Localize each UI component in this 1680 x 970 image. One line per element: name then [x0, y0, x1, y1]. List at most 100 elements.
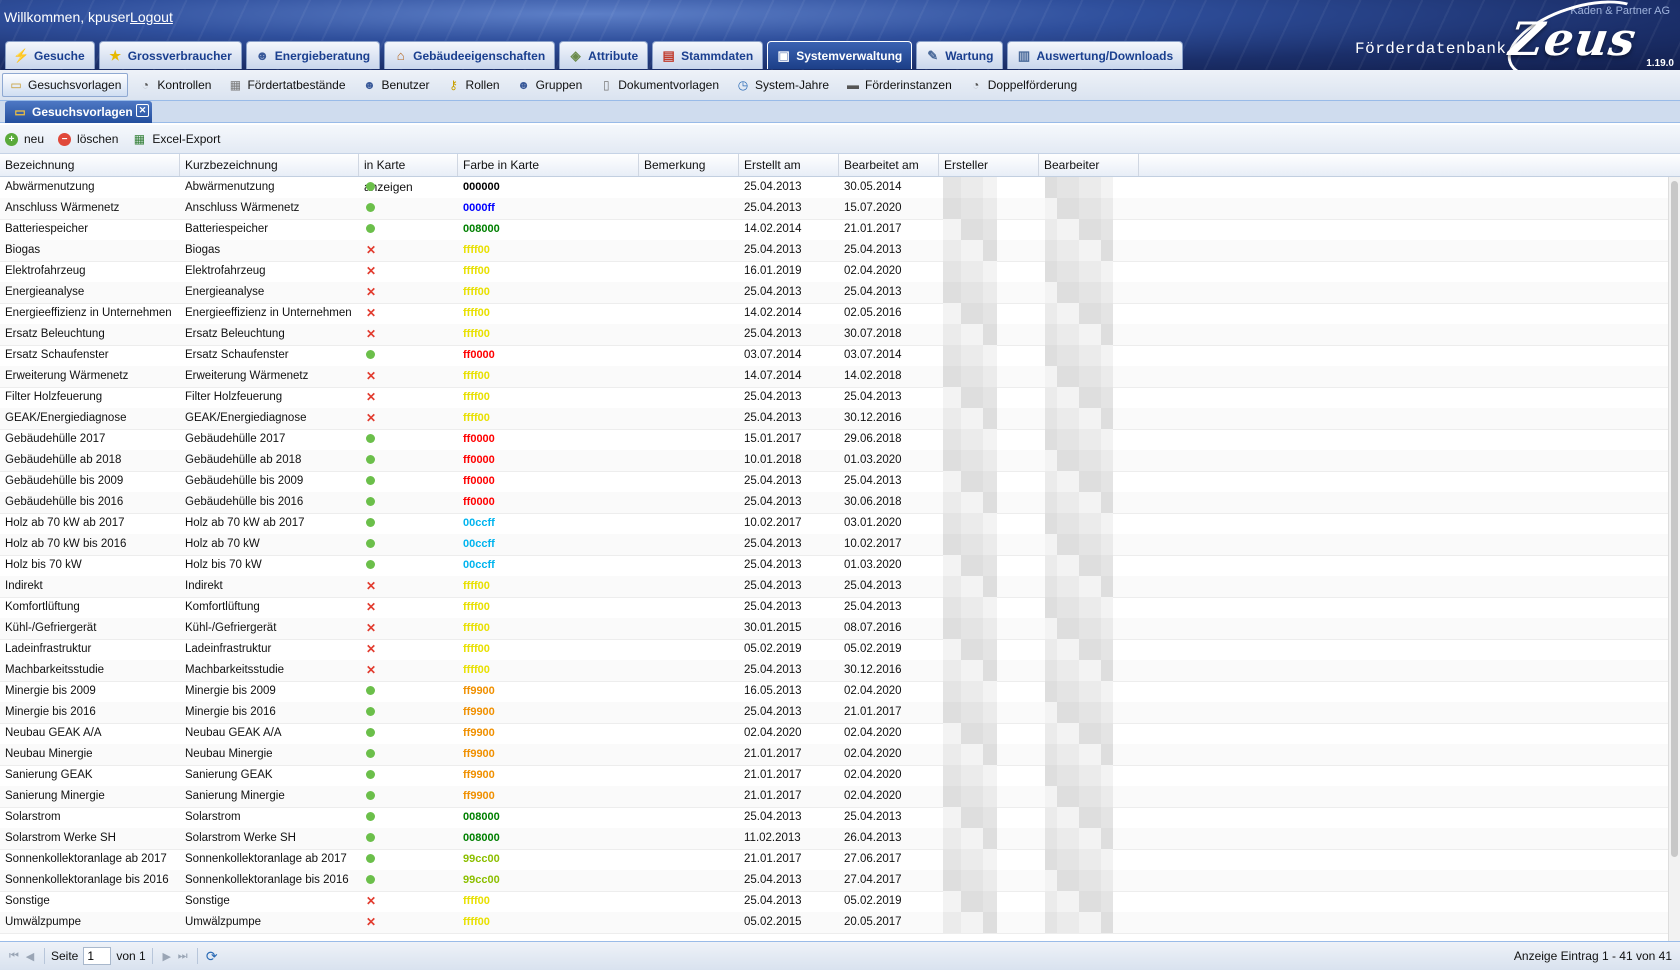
- table-row[interactable]: Kühl-/Gefriergerät Kühl-/Gefriergerät ✕ fff…: [0, 618, 1668, 640]
- tab-grossverbraucher[interactable]: ★ Grossverbraucher: [98, 41, 242, 69]
- column-header-ersteller[interactable]: Ersteller: [939, 154, 1039, 176]
- table-row[interactable]: Neubau GEAK A/A Neubau GEAK A/A ff9900 02.0…: [0, 723, 1668, 745]
- table-row[interactable]: Neubau Minergie Neubau Minergie ff9900 21.0…: [0, 744, 1668, 766]
- new-button[interactable]: + neu: [5, 132, 44, 146]
- table-row[interactable]: Gebäudehülle bis 2016 Gebäudehülle bis 20…: [0, 492, 1668, 514]
- table-row[interactable]: Gebäudehülle ab 2018 Gebäudehülle ab 2018…: [0, 450, 1668, 472]
- page-number-input[interactable]: [83, 947, 112, 965]
- subtab-gesuchsvorlagen[interactable]: ▭ Gesuchsvorlagen: [2, 73, 129, 97]
- doctab-gesuchsvorlagen[interactable]: ▭ Gesuchsvorlagen ✕: [5, 101, 152, 123]
- column-header-bezeichnung[interactable]: Bezeichnung: [0, 154, 180, 176]
- table-row[interactable]: Solarstrom Werke SH Solarstrom Werke SH 00…: [0, 828, 1668, 850]
- tab-stammdaten[interactable]: ▤ Stammdaten: [652, 41, 764, 69]
- scrollbar-thumb[interactable]: [1671, 181, 1678, 857]
- subtab-foerderinstanzen[interactable]: ▬ Förderinstanzen: [839, 73, 959, 97]
- table-row[interactable]: Minergie bis 2016 Minergie bis 2016 ff9900…: [0, 702, 1668, 724]
- table-row[interactable]: Abwärmenutzung Abwärmenutzung 000000 25.04.…: [0, 177, 1668, 199]
- table-row[interactable]: Sonnenkollektoranlage bis 2016 Sonnenkoll…: [0, 870, 1668, 892]
- subtab-label: Förderinstanzen: [865, 78, 952, 92]
- table-row[interactable]: Indirekt Indirekt ✕ ffff00 25.04.2013 25.04.2…: [0, 576, 1668, 598]
- table-row[interactable]: Holz bis 70 kW Holz bis 70 kW 00ccff 25.04.…: [0, 555, 1668, 577]
- subtab-system-jahre[interactable]: ◷ System-Jahre: [729, 73, 836, 97]
- table-row[interactable]: GEAK/Energiediagnose GEAK/Energiediagnose…: [0, 408, 1668, 430]
- subtab-benutzer[interactable]: ☻ Benutzer: [356, 73, 437, 97]
- subtab-gruppen[interactable]: ☻ Gruppen: [510, 73, 590, 97]
- table-row[interactable]: Sonnenkollektoranlage ab 2017 Sonnenkolle…: [0, 849, 1668, 871]
- tab-attribute[interactable]: ◈ Attribute: [559, 41, 649, 69]
- cell-farbe: ffff00: [458, 891, 639, 912]
- table-row[interactable]: Elektrofahrzeug Elektrofahrzeug ✕ ffff00 16.…: [0, 261, 1668, 283]
- tab-auswertung-downloads[interactable]: ▥ Auswertung/Downloads: [1007, 41, 1184, 69]
- cell-bearbeitet-am: 30.05.2014: [844, 181, 902, 193]
- cell-farbe: 008000: [458, 807, 639, 828]
- table-row[interactable]: Solarstrom Solarstrom 008000 25.04.2013 25.0…: [0, 807, 1668, 829]
- redacted-cell: [1101, 723, 1113, 744]
- app-name: Förderdatenbank: [1355, 40, 1507, 58]
- close-icon[interactable]: ✕: [136, 104, 149, 117]
- redacted-cell: [1101, 324, 1113, 345]
- last-page-icon[interactable]: ⏭: [175, 948, 191, 964]
- table-row[interactable]: Biogas Biogas ✕ ffff00 25.04.2013 25.04.2013: [0, 240, 1668, 262]
- cell-bearbeitet-am: 05.02.2019: [844, 895, 902, 907]
- next-page-icon[interactable]: ▶: [159, 948, 175, 964]
- redacted-cell: [983, 597, 997, 618]
- column-header-kurzbezeichnung[interactable]: Kurzbezeichnung: [180, 154, 359, 176]
- cross-icon: ✕: [366, 621, 377, 635]
- column-header-farbe-in-karte[interactable]: Farbe in Karte: [458, 154, 639, 176]
- table-row[interactable]: Komfortlüftung Komfortlüftung ✕ ffff00 25.04…: [0, 597, 1668, 619]
- table-row[interactable]: Ersatz Beleuchtung Ersatz Beleuchtung ✕ fff…: [0, 324, 1668, 346]
- redacted-cell: [943, 366, 961, 387]
- tab-systemverwaltung[interactable]: ▣ Systemverwaltung: [767, 41, 913, 69]
- column-header-erstellt-am[interactable]: Erstellt am: [739, 154, 839, 176]
- tab-wartung[interactable]: ✎ Wartung: [916, 41, 1004, 69]
- column-header-in-karte-anzeigen[interactable]: in Karte anzeigen: [359, 154, 458, 194]
- table-row[interactable]: Erweiterung Wärmenetz Erweiterung Wärmene…: [0, 366, 1668, 388]
- tab-gebaeudeeigenschaften[interactable]: ⌂ Gebäudeeigenschaften: [384, 41, 556, 69]
- table-row[interactable]: Gebäudehülle bis 2009 Gebäudehülle bis 20…: [0, 471, 1668, 493]
- table-row[interactable]: Sanierung Minergie Sanierung Minergie ff99…: [0, 786, 1668, 808]
- check-icon: [366, 833, 375, 842]
- table-row[interactable]: Holz ab 70 kW ab 2017 Holz ab 70 kW ab 20…: [0, 513, 1668, 535]
- subtab-foerdertatbestaende[interactable]: ▦ Fördertatbestände: [221, 73, 352, 97]
- table-row[interactable]: Gebäudehülle 2017 Gebäudehülle 2017 ff0000…: [0, 429, 1668, 451]
- first-page-icon[interactable]: ⏮: [6, 948, 22, 964]
- cell-farbe: ffff00: [458, 261, 639, 282]
- excel-export-button[interactable]: ▦ Excel-Export: [132, 132, 221, 146]
- table-row[interactable]: Anschluss Wärmenetz Anschluss Wärmenetz 00…: [0, 198, 1668, 220]
- logout-link[interactable]: Logout: [130, 9, 173, 25]
- cell-bearbeitet-am: 05.02.2019: [844, 643, 902, 655]
- table-row[interactable]: Ersatz Schaufenster Ersatz Schaufenster ff…: [0, 345, 1668, 367]
- column-header-bearbeiter[interactable]: Bearbeiter: [1039, 154, 1139, 176]
- table-row[interactable]: Ladeinfrastruktur Ladeinfrastruktur ✕ ffff0…: [0, 639, 1668, 661]
- color-code: ff0000: [463, 454, 495, 466]
- delete-button[interactable]: − löschen: [58, 132, 118, 146]
- refresh-icon[interactable]: ⟳: [204, 948, 220, 964]
- table-row[interactable]: Sanierung GEAK Sanierung GEAK ff9900 21.01.…: [0, 765, 1668, 787]
- redacted-cell: [961, 282, 983, 303]
- cell-bearbeitet-am: 03.01.2020: [844, 517, 902, 529]
- tab-gesuche[interactable]: ⚡ Gesuche: [5, 41, 95, 69]
- table-row[interactable]: Sonstige Sonstige ✕ ffff00 25.04.2013 05.02.2…: [0, 891, 1668, 913]
- table-row[interactable]: Minergie bis 2009 Minergie bis 2009 ff9900…: [0, 681, 1668, 703]
- subtab-doppelfoerderung[interactable]: ◔ Doppelförderung: [962, 73, 1084, 97]
- column-header-bearbeitet-am[interactable]: Bearbeitet am: [839, 154, 939, 176]
- table-row[interactable]: Machbarkeitsstudie Machbarkeitsstudie ✕ fff…: [0, 660, 1668, 682]
- vertical-scrollbar[interactable]: [1668, 177, 1680, 941]
- redacted-cell: [961, 660, 983, 681]
- redacted-cell: [983, 177, 997, 198]
- tab-energieberatung[interactable]: ☻ Energieberatung: [245, 41, 381, 69]
- column-header-bemerkung[interactable]: Bemerkung: [639, 154, 739, 176]
- cell-farbe: ffff00: [458, 240, 639, 261]
- table-row[interactable]: Umwälzpumpe Umwälzpumpe ✕ ffff00 05.02.2015 2…: [0, 912, 1668, 934]
- subtab-dokumentvorlagen[interactable]: ▯ Dokumentvorlagen: [592, 73, 726, 97]
- subtab-rollen[interactable]: ⚷ Rollen: [440, 73, 507, 97]
- table-row[interactable]: Batteriespeicher Batteriespeicher 008000 14…: [0, 219, 1668, 241]
- previous-page-icon[interactable]: ◀: [22, 948, 38, 964]
- table-row[interactable]: Filter Holzfeuerung Filter Holzfeuerung ✕ f…: [0, 387, 1668, 409]
- table-row[interactable]: Energieanalyse Energieanalyse ✕ ffff00 25.04…: [0, 282, 1668, 304]
- table-row[interactable]: Energieeffizienz in Unternehmen Energieef…: [0, 303, 1668, 325]
- subtab-kontrollen[interactable]: ◔ Kontrollen: [131, 73, 218, 97]
- redacted-cell: [1057, 849, 1079, 870]
- table-row[interactable]: Holz ab 70 kW bis 2016 Holz ab 70 kW 00ccf…: [0, 534, 1668, 556]
- cell-farbe: ffff00: [458, 387, 639, 408]
